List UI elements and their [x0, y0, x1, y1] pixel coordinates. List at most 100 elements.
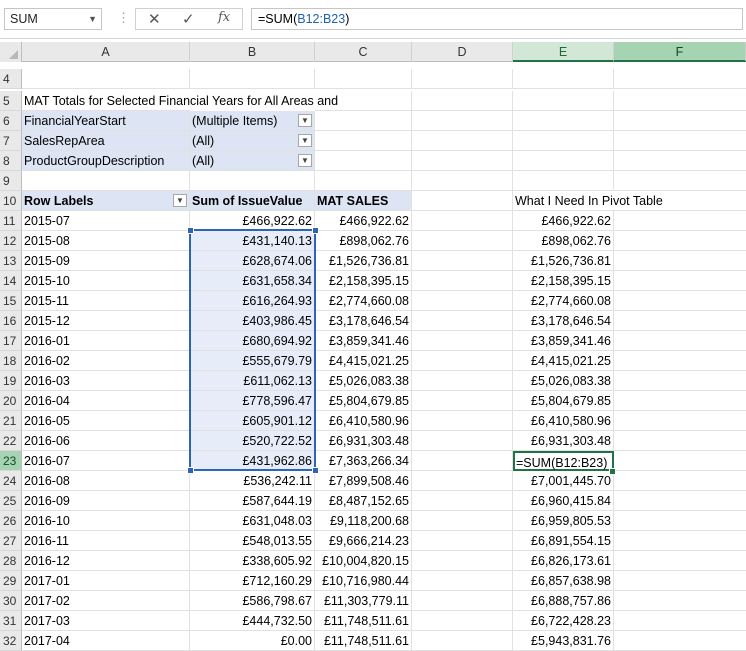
row-header[interactable]: 4 [0, 69, 22, 89]
cell[interactable] [614, 531, 746, 551]
row-header[interactable]: 13 [0, 251, 22, 271]
needed-value[interactable]: £5,026,083.38 [513, 371, 614, 391]
needed-value[interactable]: £7,001,445.70 [513, 471, 614, 491]
cell[interactable] [315, 69, 412, 89]
column-header-e[interactable]: E [513, 42, 614, 62]
mat-sales-value[interactable]: £898,062.76 [315, 231, 412, 251]
cell[interactable] [614, 391, 746, 411]
row-label[interactable]: 2016-09 [22, 491, 190, 511]
mat-sales-value[interactable]: £11,303,779.11 [315, 591, 412, 611]
cell[interactable] [412, 351, 513, 371]
cell[interactable] [513, 111, 614, 131]
row-label[interactable]: 2016-08 [22, 471, 190, 491]
cell[interactable] [412, 511, 513, 531]
row-label[interactable]: 2017-04 [22, 631, 190, 651]
cell[interactable] [513, 171, 614, 191]
cell[interactable] [412, 271, 513, 291]
cell[interactable] [614, 211, 746, 231]
filter-applied-icon[interactable]: ▼ [298, 114, 312, 127]
formula-input[interactable]: =SUM(B12:B23) [251, 8, 743, 30]
column-header-c[interactable]: C [315, 42, 412, 62]
issue-value[interactable]: £605,901.12 [190, 411, 315, 431]
cell[interactable] [614, 251, 746, 271]
row-header[interactable]: 10 [0, 191, 22, 211]
filter-value[interactable]: (All) ▼ [190, 151, 315, 171]
issue-value[interactable]: £555,679.79 [190, 351, 315, 371]
mat-sales-value[interactable]: £10,004,820.15 [315, 551, 412, 571]
cell[interactable] [513, 91, 614, 111]
active-cell-formula[interactable]: =SUM(B12:B23) [513, 451, 614, 471]
row-header[interactable]: 32 [0, 631, 22, 651]
column-header-d[interactable]: D [412, 42, 513, 62]
cell[interactable] [614, 231, 746, 251]
mat-sales-value[interactable]: £3,178,646.54 [315, 311, 412, 331]
column-header-a[interactable]: A [22, 42, 190, 62]
cell[interactable] [513, 69, 614, 89]
row-label[interactable]: 2016-11 [22, 531, 190, 551]
row-label[interactable]: 2015-10 [22, 271, 190, 291]
cell[interactable] [315, 131, 412, 151]
mat-sales-value[interactable]: £3,859,341.46 [315, 331, 412, 351]
fill-handle[interactable] [609, 468, 616, 475]
cell[interactable] [614, 511, 746, 531]
cell[interactable] [22, 69, 190, 89]
cell[interactable] [614, 271, 746, 291]
issue-value[interactable]: £631,048.03 [190, 511, 315, 531]
row-label[interactable]: 2016-01 [22, 331, 190, 351]
cell[interactable] [190, 69, 315, 89]
row-header[interactable]: 8 [0, 151, 22, 171]
row-header[interactable]: 9 [0, 171, 22, 191]
needed-value[interactable]: £2,158,395.15 [513, 271, 614, 291]
row-header[interactable]: 7 [0, 131, 22, 151]
cell[interactable] [412, 151, 513, 171]
needed-value[interactable]: £6,826,173.61 [513, 551, 614, 571]
row-header[interactable]: 15 [0, 291, 22, 311]
needed-value[interactable]: £6,888,757.86 [513, 591, 614, 611]
cell[interactable] [412, 431, 513, 451]
cell[interactable] [412, 591, 513, 611]
mat-sales-value[interactable]: £5,804,679.85 [315, 391, 412, 411]
cell[interactable] [315, 111, 412, 131]
needed-value[interactable]: £898,062.76 [513, 231, 614, 251]
cell[interactable] [412, 411, 513, 431]
chevron-down-icon[interactable]: ▼ [173, 194, 187, 207]
mat-sales-value[interactable]: £9,118,200.68 [315, 511, 412, 531]
needed-value[interactable]: £3,178,646.54 [513, 311, 614, 331]
row-header[interactable]: 30 [0, 591, 22, 611]
cell[interactable] [614, 431, 746, 451]
row-label[interactable]: 2016-04 [22, 391, 190, 411]
issue-value[interactable]: £536,242.11 [190, 471, 315, 491]
issue-value[interactable]: £403,986.45 [190, 311, 315, 331]
row-label[interactable]: 2016-02 [22, 351, 190, 371]
cell[interactable] [412, 191, 513, 211]
row-header[interactable]: 14 [0, 271, 22, 291]
row-labels-header[interactable]: Row Labels ▼ [22, 191, 190, 211]
cell[interactable] [412, 491, 513, 511]
cell[interactable] [412, 611, 513, 631]
row-header[interactable]: 29 [0, 571, 22, 591]
cell[interactable] [190, 171, 315, 191]
cell[interactable] [614, 191, 746, 211]
cell[interactable] [614, 69, 746, 89]
cell[interactable] [412, 531, 513, 551]
function-icon[interactable]: fx [218, 10, 230, 25]
cell[interactable] [412, 391, 513, 411]
column-header-b[interactable]: B [190, 42, 315, 62]
range-handle-bottom-left[interactable] [187, 467, 194, 474]
cell[interactable] [614, 611, 746, 631]
cell[interactable] [614, 131, 746, 151]
mat-sales-value[interactable]: £7,899,508.46 [315, 471, 412, 491]
row-header[interactable]: 31 [0, 611, 22, 631]
column-header-f[interactable]: F [614, 42, 746, 62]
cell[interactable] [614, 91, 746, 111]
row-header[interactable]: 6 [0, 111, 22, 131]
needed-value[interactable]: £466,922.62 [513, 211, 614, 231]
issue-value[interactable]: £338,605.92 [190, 551, 315, 571]
range-handle-top-right[interactable] [312, 227, 319, 234]
needed-value[interactable]: £6,960,415.84 [513, 491, 614, 511]
cell[interactable] [412, 69, 513, 89]
issue-value[interactable]: £611,062.13 [190, 371, 315, 391]
mat-sales-value[interactable]: £1,526,736.81 [315, 251, 412, 271]
cell[interactable] [614, 111, 746, 131]
check-icon[interactable]: ✓ [182, 10, 195, 28]
